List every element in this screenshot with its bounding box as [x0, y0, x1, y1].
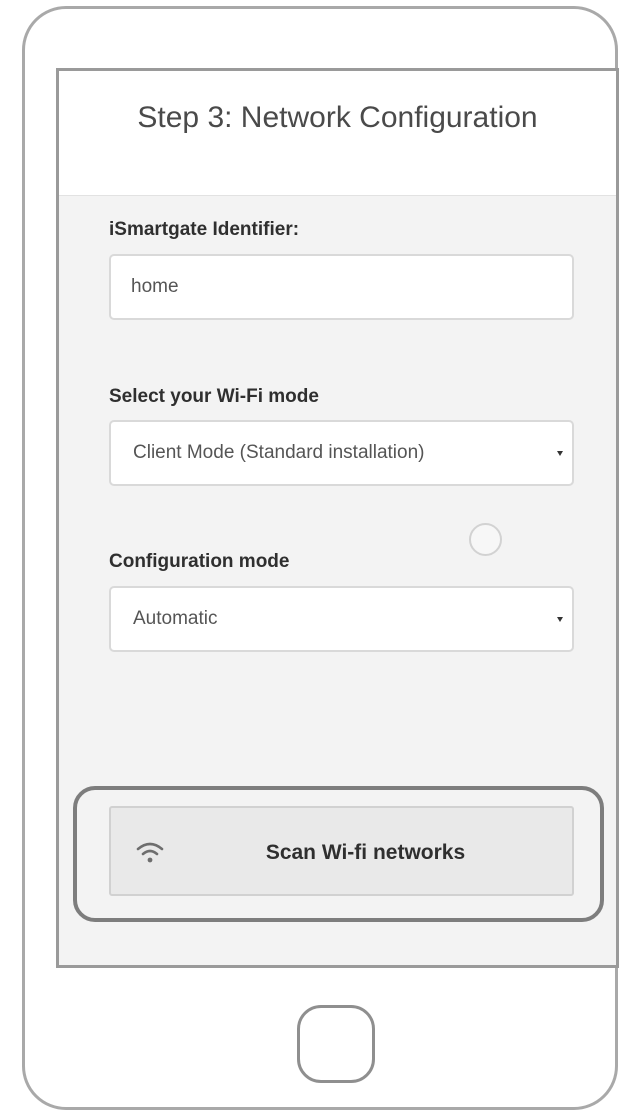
wifi-mode-select[interactable]: Client Mode (Standard installation): [109, 420, 574, 486]
app-screen: Step 3: Network Configuration iSmartgate…: [56, 68, 619, 968]
configuration-mode-select[interactable]: Automatic: [109, 586, 574, 652]
scan-wifi-networks-button[interactable]: Scan Wi-fi networks: [109, 806, 574, 896]
identifier-label: iSmartgate Identifier:: [109, 219, 300, 240]
caret-down-icon: [557, 451, 563, 456]
scan-button-label: Scan Wi-fi networks: [265, 841, 466, 864]
configuration-mode-selected-value: Automatic: [133, 608, 218, 629]
radio-toggle[interactable]: [469, 523, 502, 556]
wifi-mode-label: Select your Wi-Fi mode: [109, 386, 319, 407]
identifier-input[interactable]: home: [109, 254, 574, 320]
wifi-mode-selected-value: Client Mode (Standard installation): [133, 442, 425, 463]
page-title: Step 3: Network Configuration: [137, 101, 538, 134]
identifier-input-value: home: [131, 276, 179, 297]
home-button[interactable]: [297, 1005, 375, 1083]
configuration-mode-label: Configuration mode: [109, 551, 290, 572]
caret-down-icon: [557, 617, 563, 622]
screen-header: Step 3: Network Configuration: [59, 71, 616, 196]
